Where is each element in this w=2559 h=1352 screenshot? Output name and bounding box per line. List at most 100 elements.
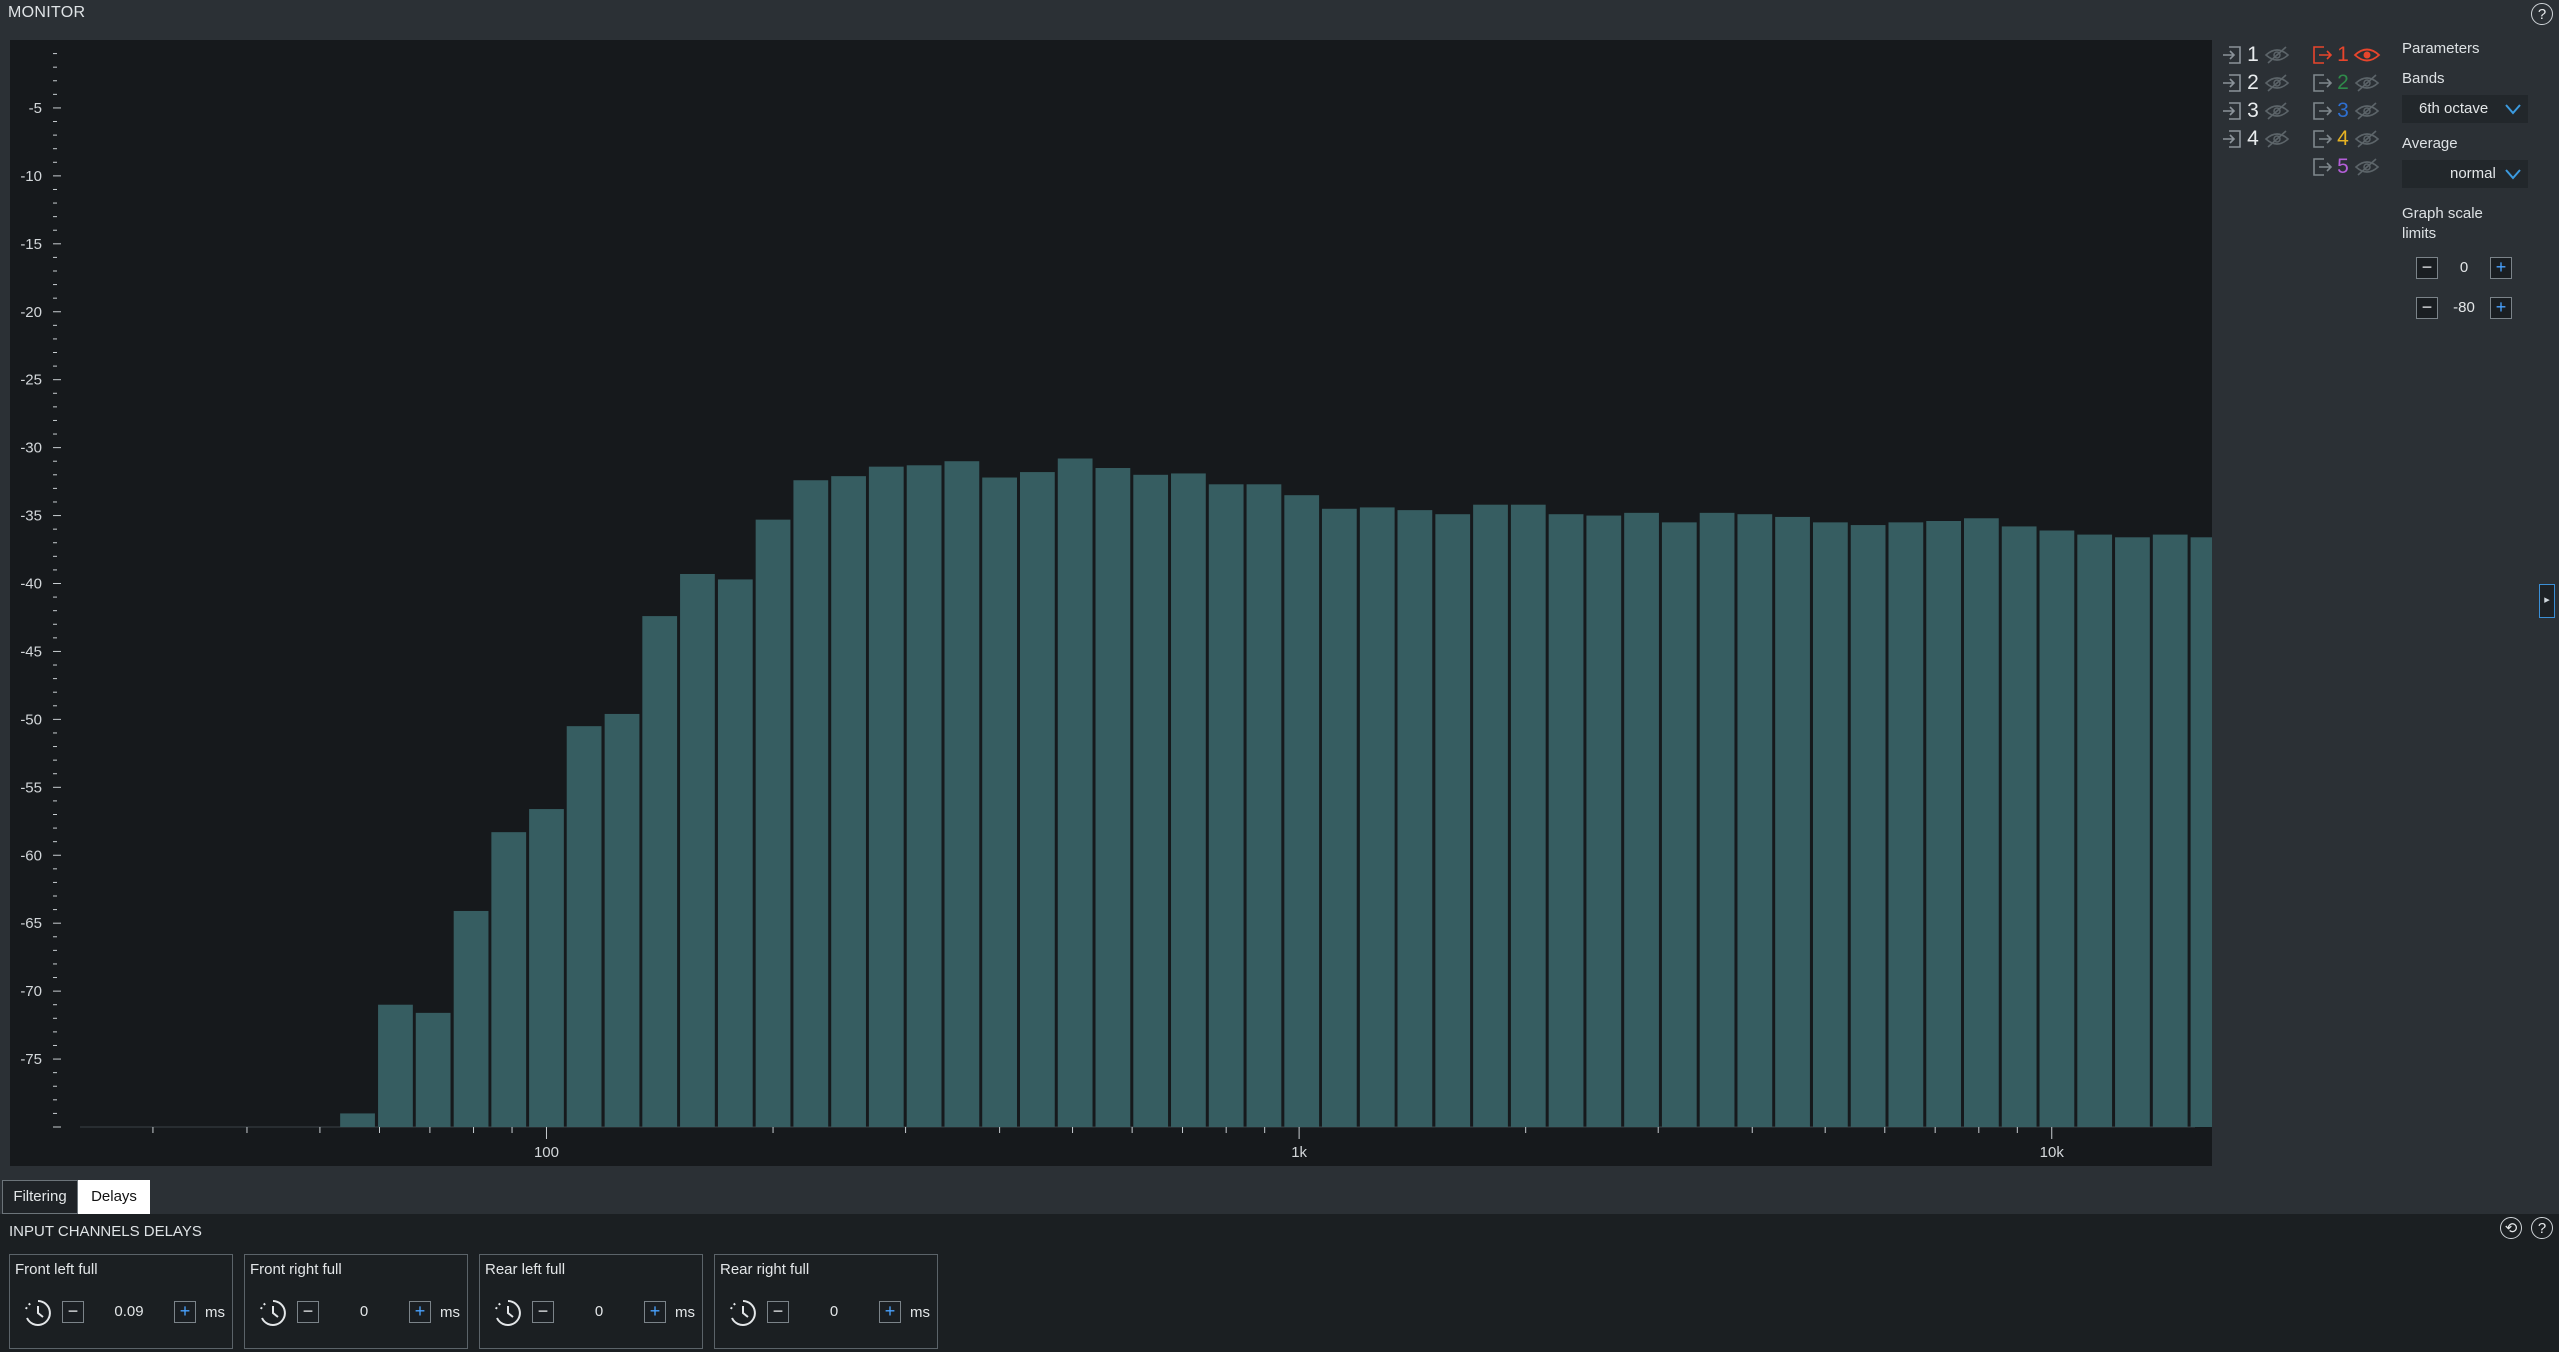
output-channel-3[interactable]: 3	[2311, 98, 2381, 124]
delay-unit: ms	[910, 1304, 930, 1321]
input-channel-number: 4	[2247, 127, 2259, 150]
delay-channel-name: Rear left full	[485, 1261, 566, 1278]
spectrum-bar	[1321, 508, 1357, 1127]
input-channel-4[interactable]: 4	[2221, 126, 2291, 152]
spectrum-bar	[1888, 522, 1924, 1127]
spectrum-bar	[1019, 472, 1055, 1127]
y-tick-label: -55	[20, 779, 42, 796]
y-tick-label: -15	[20, 236, 42, 253]
eye-off-icon[interactable]	[2353, 72, 2381, 94]
y-tick-label: -20	[20, 304, 42, 321]
scale-max-stepper: − 0 +	[2416, 254, 2512, 282]
y-tick-label: -40	[20, 576, 42, 593]
tab-bar: Filtering Delays	[0, 1166, 2559, 1214]
delay-value[interactable]: 0	[319, 1298, 409, 1326]
scale-min-value[interactable]: -80	[2438, 294, 2490, 322]
output-channel-1[interactable]: 1	[2311, 42, 2381, 68]
spectrum-bar	[1963, 518, 1999, 1127]
delay-channel-name: Front left full	[15, 1261, 98, 1278]
scale-min-decrement-button[interactable]: −	[2416, 297, 2438, 319]
spectrum-bar	[604, 713, 640, 1127]
output-icon	[2313, 102, 2333, 120]
spectrum-bar	[1435, 514, 1471, 1127]
scale-max-value[interactable]: 0	[2438, 254, 2490, 282]
clock-icon	[730, 1300, 756, 1326]
tab-delays[interactable]: Delays	[78, 1180, 150, 1214]
delay-stepper: − 0 +	[297, 1298, 431, 1326]
x-tick-label: 1k	[1291, 1144, 1307, 1161]
spectrum-bar	[1812, 522, 1848, 1127]
eye-off-icon[interactable]	[2263, 128, 2291, 150]
delay-stepper: − 0.09 +	[62, 1298, 196, 1326]
bands-select[interactable]: 6th octave	[2402, 95, 2528, 123]
help-icon[interactable]: ?	[2531, 3, 2553, 25]
y-tick-label: -25	[20, 372, 42, 389]
spectrum-bar	[1850, 525, 1886, 1127]
spectrum-bar	[755, 519, 791, 1127]
spectrum-bar	[1661, 522, 1697, 1127]
output-channel-2[interactable]: 2	[2311, 70, 2381, 96]
output-icon	[2313, 74, 2333, 92]
input-channel-number: 3	[2247, 99, 2259, 122]
eye-off-icon[interactable]	[2353, 128, 2381, 150]
spectrum-bar	[1359, 507, 1395, 1127]
eye-icon[interactable]	[2353, 44, 2381, 66]
spectrum-bar	[1699, 512, 1735, 1127]
clock-icon	[260, 1300, 286, 1326]
delay-value[interactable]: 0	[789, 1298, 879, 1326]
input-icon	[2223, 46, 2241, 64]
delay-decrement-button[interactable]: −	[62, 1301, 84, 1323]
spectrum-bar	[1133, 474, 1169, 1127]
reset-icon[interactable]: ⟲	[2500, 1217, 2522, 1239]
eye-off-icon[interactable]	[2353, 100, 2381, 122]
delay-unit: ms	[205, 1304, 225, 1321]
spectrum-bar	[1473, 504, 1508, 1127]
input-channel-1[interactable]: 1	[2221, 42, 2291, 68]
delay-value[interactable]: 0.09	[84, 1298, 174, 1326]
bands-value: 6th octave	[2419, 100, 2489, 117]
help-icon[interactable]: ?	[2531, 1217, 2553, 1239]
delay-increment-button[interactable]: +	[174, 1301, 196, 1323]
spectrum-bar	[1057, 458, 1093, 1127]
input-channel-number: 1	[2247, 43, 2259, 66]
delay-decrement-button[interactable]: −	[297, 1301, 319, 1323]
delay-increment-button[interactable]: +	[644, 1301, 666, 1323]
spectrum-bar	[415, 1012, 451, 1127]
spectrum-bar	[340, 1113, 375, 1127]
spectrum-bar	[1208, 484, 1244, 1127]
delay-increment-button[interactable]: +	[409, 1301, 431, 1323]
spectrum-chart: -5 -10 -15 -20 -25 -30 -35 -40 -45 -50 -55 -60 -65 -7…	[20, 53, 2212, 1161]
spectrum-graph: -5 -10 -15 -20 -25 -30 -35 -40 -45 -50 -55 -60 -65 -7…	[10, 40, 2212, 1166]
y-tick-label: -65	[20, 915, 42, 932]
output-channel-5[interactable]: 5	[2311, 154, 2381, 180]
delay-value[interactable]: 0	[554, 1298, 644, 1326]
delay-increment-button[interactable]: +	[879, 1301, 901, 1323]
spectrum-bar	[1284, 495, 1320, 1127]
y-tick-label: -45	[20, 643, 42, 660]
spectrum-bar	[831, 476, 866, 1127]
delay-unit: ms	[675, 1304, 695, 1321]
scale-max-decrement-button[interactable]: −	[2416, 257, 2438, 279]
delay-stepper: − 0 +	[767, 1298, 901, 1326]
spectrum-bar	[2115, 537, 2150, 1127]
eye-off-icon[interactable]	[2263, 72, 2291, 94]
input-channel-3[interactable]: 3	[2221, 98, 2291, 124]
graph-scale-label: Graph scale limits	[2402, 205, 2483, 242]
eye-off-icon[interactable]	[2263, 44, 2291, 66]
y-tick-label: -35	[20, 508, 42, 525]
average-select[interactable]: normal	[2402, 160, 2528, 188]
output-channel-4[interactable]: 4	[2311, 126, 2381, 152]
eye-off-icon[interactable]	[2263, 100, 2291, 122]
tab-filtering[interactable]: Filtering	[2, 1180, 78, 1214]
x-tick-label: 10k	[2040, 1144, 2065, 1161]
delay-decrement-button[interactable]: −	[532, 1301, 554, 1323]
spectrum-bar	[793, 480, 829, 1127]
clock-icon	[25, 1300, 51, 1326]
input-icon	[2223, 74, 2241, 92]
panel-expand-toggle[interactable]: ▸	[2539, 584, 2555, 618]
input-channel-2[interactable]: 2	[2221, 70, 2291, 96]
eye-off-icon[interactable]	[2353, 156, 2381, 178]
delay-decrement-button[interactable]: −	[767, 1301, 789, 1323]
scale-max-increment-button[interactable]: +	[2490, 257, 2512, 279]
scale-min-increment-button[interactable]: +	[2490, 297, 2512, 319]
